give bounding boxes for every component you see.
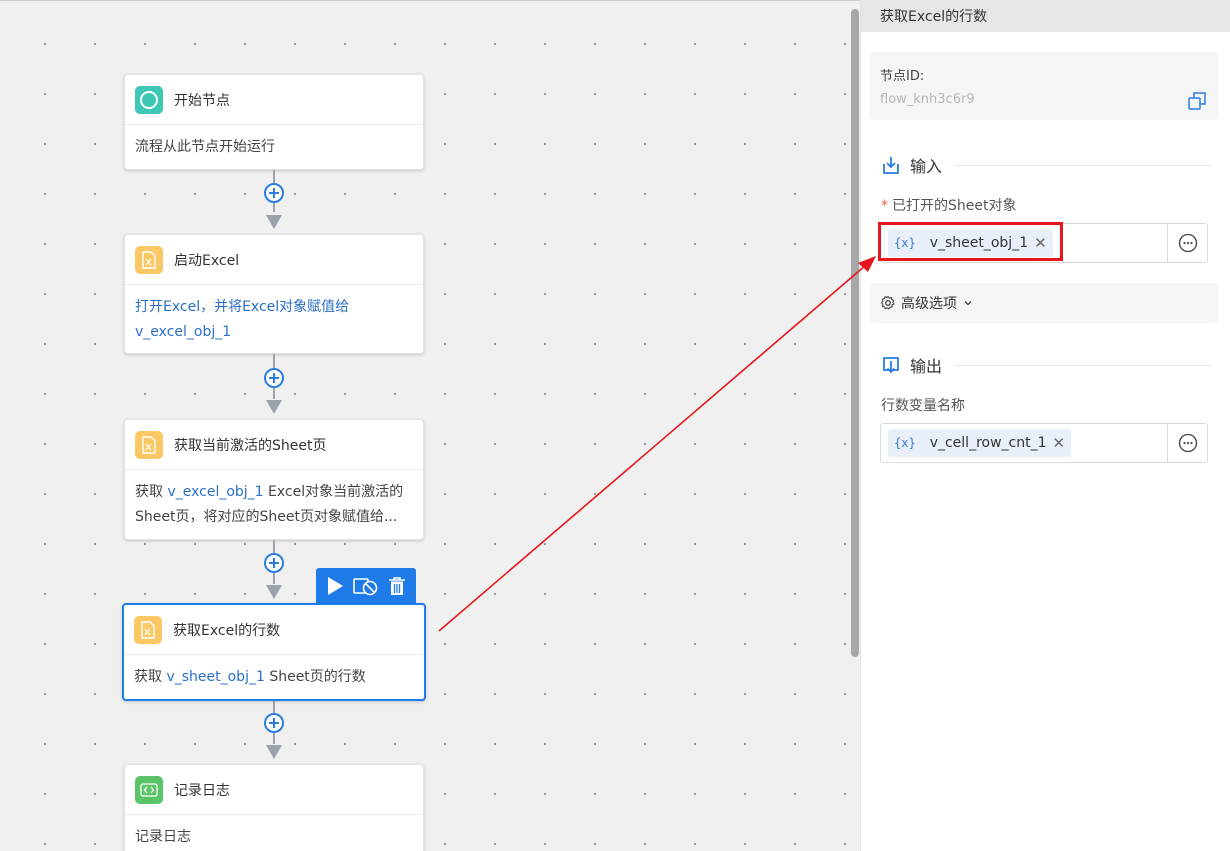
divider	[954, 164, 1211, 166]
node-id-label: 节点ID:	[880, 69, 925, 84]
node-get-active-sheet[interactable]: 获取当前激活的Sheet页 获取 v_excel_obj_1 Excel对象当前…	[124, 419, 424, 540]
node-description-text: 打开Excel，并将Excel对象赋值给	[135, 299, 350, 315]
add-node-plus-icon[interactable]	[264, 553, 284, 573]
node-description-text: Sheet页，将对应的Sheet页对象赋值给...	[135, 509, 398, 525]
advanced-options-label: 高级选项	[901, 296, 957, 312]
node-header: 开始节点	[125, 75, 423, 125]
panel-title: 获取Excel的行数	[861, 0, 1230, 32]
node-header: 启动Excel	[125, 235, 423, 285]
output-section-header: 输出	[881, 353, 1211, 377]
code-icon	[135, 775, 163, 804]
add-node-plus-icon[interactable]	[264, 713, 284, 733]
run-node-button[interactable]	[322, 574, 348, 598]
variable-chip[interactable]: {x} v_sheet_obj_1 ✕	[888, 229, 1053, 257]
variable-link[interactable]: v_excel_obj_1	[167, 484, 263, 500]
node-description-text: 获取	[134, 669, 167, 685]
copy-icon[interactable]	[1188, 92, 1206, 114]
node-title: 获取当前激活的Sheet页	[174, 437, 327, 454]
node-launch-excel[interactable]: 启动Excel 打开Excel，并将Excel对象赋值给 v_excel_obj…	[124, 234, 424, 354]
node-description: 获取 v_sheet_obj_1 Sheet页的行数	[124, 655, 424, 700]
excel-file-icon	[135, 245, 163, 274]
arrow-down-icon	[266, 400, 282, 414]
node-toolbar	[316, 568, 416, 604]
node-description-text: Sheet页的行数	[264, 669, 366, 685]
node-header: 获取Excel的行数	[124, 605, 424, 655]
sheet-object-label: * 已打开的Sheet对象	[881, 195, 1016, 215]
close-icon[interactable]: ✕	[1034, 234, 1047, 252]
import-icon	[883, 157, 899, 174]
node-title: 获取Excel的行数	[173, 622, 281, 639]
node-description-text: 记录日志	[135, 829, 191, 845]
advanced-options-toggle[interactable]: 高级选项	[870, 283, 1218, 323]
node-log[interactable]: 记录日志 记录日志	[124, 764, 424, 851]
more-options-button[interactable]	[1167, 224, 1207, 262]
node-id-card: 节点ID: flow_knh3c6r9	[870, 52, 1218, 120]
node-header: 记录日志	[125, 765, 423, 815]
variable-link[interactable]: v_sheet_obj_1	[166, 669, 264, 685]
node-description: 流程从此节点开始运行	[125, 125, 423, 170]
more-icon	[1178, 233, 1197, 253]
output-section-title: 输出	[910, 357, 943, 376]
node-title: 启动Excel	[174, 252, 240, 269]
disable-icon	[353, 578, 378, 596]
node-description: 打开Excel，并将Excel对象赋值给 v_excel_obj_1	[125, 285, 423, 355]
disable-node-button[interactable]	[353, 574, 379, 598]
sheet-object-input[interactable]: {x} v_sheet_obj_1 ✕	[880, 223, 1208, 263]
variable-chip[interactable]: {x} v_cell_row_cnt_1 ✕	[888, 429, 1072, 457]
trash-icon	[388, 577, 405, 595]
node-description: 记录日志	[125, 815, 423, 851]
add-node-plus-icon[interactable]	[264, 368, 284, 388]
node-title: 记录日志	[174, 782, 230, 799]
node-description: 获取 v_excel_obj_1 Excel对象当前激活的 Sheet页，将对应…	[125, 470, 423, 540]
add-node-plus-icon[interactable]	[264, 183, 284, 203]
close-icon[interactable]: ✕	[1053, 434, 1066, 452]
node-id-value: flow_knh3c6r9	[880, 92, 975, 107]
node-get-excel-row-count[interactable]: 获取Excel的行数 获取 v_sheet_obj_1 Sheet页的行数	[122, 603, 426, 701]
required-marker: *	[881, 198, 888, 214]
export-icon	[883, 357, 899, 374]
more-options-button[interactable]	[1167, 424, 1207, 462]
arrow-down-icon	[266, 585, 282, 599]
properties-panel: 获取Excel的行数 节点ID: flow_knh3c6r9 输入 * 已打开的S…	[860, 0, 1230, 851]
canvas-scrollbar[interactable]	[851, 9, 859, 657]
row-count-var-input[interactable]: {x} v_cell_row_cnt_1 ✕	[880, 423, 1208, 463]
arrow-down-icon	[266, 745, 282, 759]
variable-link[interactable]: v_excel_obj_1	[135, 324, 231, 340]
node-start[interactable]: 开始节点 流程从此节点开始运行	[124, 74, 424, 170]
delete-node-button[interactable]	[384, 574, 410, 598]
variable-chip-label: v_sheet_obj_1	[929, 235, 1029, 251]
circle-icon	[135, 85, 163, 114]
node-title: 开始节点	[174, 92, 230, 109]
chevron-down-icon	[964, 301, 972, 306]
input-section-header: 输入	[881, 153, 1211, 177]
variable-icon: {x}	[894, 436, 916, 450]
excel-file-icon	[134, 615, 162, 644]
node-description-text: 获取	[135, 484, 168, 500]
more-icon	[1178, 433, 1197, 453]
divider	[954, 364, 1211, 366]
sheet-object-label-text: 已打开的Sheet对象	[892, 198, 1017, 214]
variable-icon: {x}	[894, 236, 916, 250]
node-description-text: 流程从此节点开始运行	[135, 139, 275, 155]
arrow-down-icon	[266, 215, 282, 229]
node-description-text: Excel对象当前激活的	[263, 484, 404, 500]
gear-icon	[880, 295, 895, 310]
play-icon	[328, 577, 344, 595]
input-section-title: 输入	[910, 157, 943, 176]
flow-canvas[interactable]: 开始节点 流程从此节点开始运行 启动Excel 打开Excel，并将Excel对…	[0, 0, 860, 851]
node-header: 获取当前激活的Sheet页	[125, 420, 423, 470]
row-count-var-label: 行数变量名称	[881, 398, 965, 414]
variable-chip-label: v_cell_row_cnt_1	[929, 435, 1047, 451]
excel-file-icon	[135, 430, 163, 459]
